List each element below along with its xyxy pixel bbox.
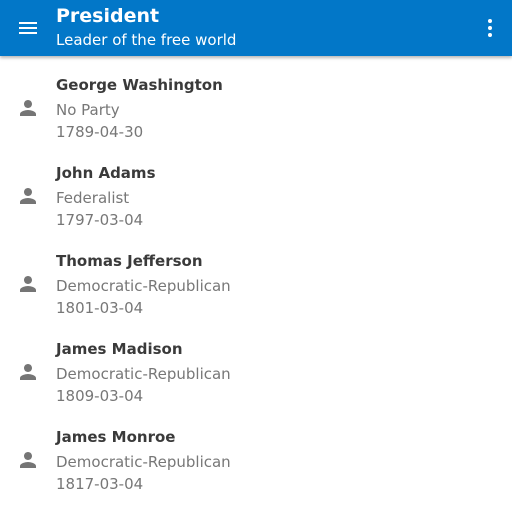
app-bar-titles: President Leader of the free world [56,5,236,50]
person-icon [20,364,36,380]
list-item[interactable]: James Madison Democratic-Republican 1809… [0,328,512,416]
president-name: George Washington [56,76,223,94]
page-title: President [56,5,160,27]
list-item[interactable]: James Monroe Democratic-Republican 1817-… [0,416,512,504]
president-date: 1797-03-04 [56,211,144,229]
more-options-button[interactable] [478,16,502,40]
president-name: Thomas Jefferson [56,252,203,270]
president-date: 1809-03-04 [56,387,144,405]
president-name: James Madison [56,340,183,358]
president-party: Federalist [56,189,130,207]
list-item-text: James Monroe Democratic-Republican 1817-… [56,426,231,495]
president-date: 1789-04-30 [56,123,144,141]
president-party: Democratic-Republican [56,453,231,471]
app-bar: President Leader of the free world [0,0,512,56]
president-date: 1817-03-04 [56,475,144,493]
list-item-text: John Adams Federalist 1797-03-04 [56,162,156,231]
president-party: Democratic-Republican [56,277,231,295]
person-icon [20,100,36,116]
more-vert-icon [488,19,492,37]
list-item-text: James Madison Democratic-Republican 1809… [56,338,231,407]
president-name: John Adams [56,164,156,182]
president-party: Democratic-Republican [56,365,231,383]
list-item[interactable]: George Washington No Party 1789-04-30 [0,64,512,152]
menu-button[interactable] [16,16,40,40]
list-item[interactable]: Thomas Jefferson Democratic-Republican 1… [0,240,512,328]
list-item-text: George Washington No Party 1789-04-30 [56,74,223,143]
president-list: George Washington No Party 1789-04-30 Jo… [0,64,512,504]
menu-icon [19,22,37,34]
person-icon [20,276,36,292]
list-item-text: Thomas Jefferson Democratic-Republican 1… [56,250,231,319]
list-item[interactable]: John Adams Federalist 1797-03-04 [0,152,512,240]
president-date: 1801-03-04 [56,299,144,317]
president-party: No Party [56,101,120,119]
page-subtitle: Leader of the free world [56,31,237,49]
president-name: James Monroe [56,428,176,446]
person-icon [20,452,36,468]
person-icon [20,188,36,204]
